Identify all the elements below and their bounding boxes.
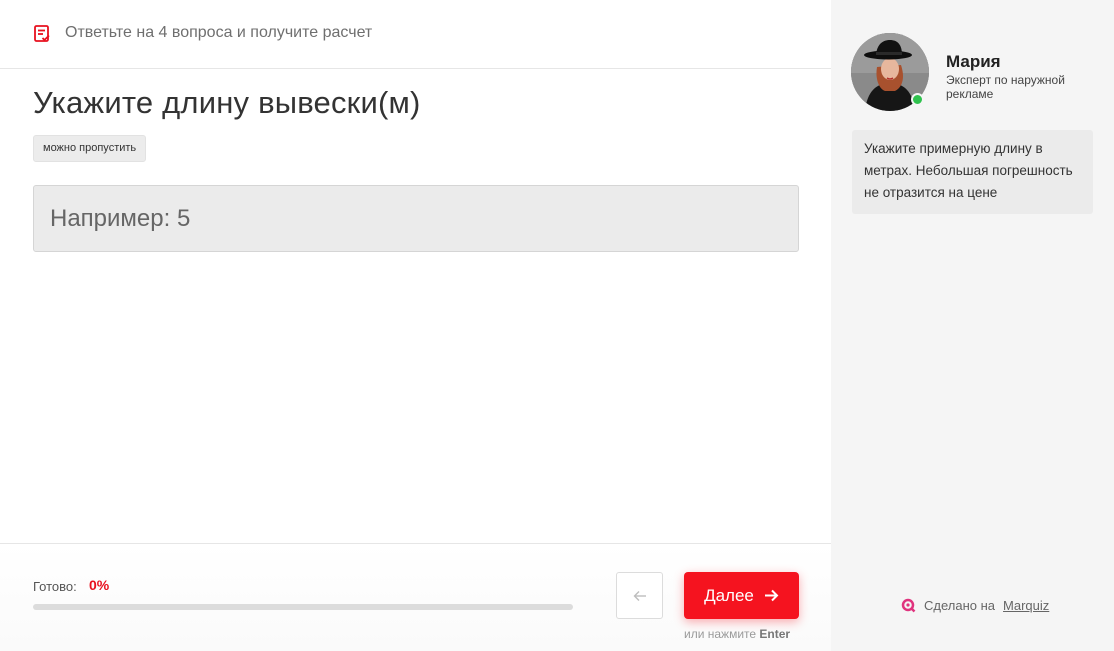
progress-label: Готово: (33, 579, 77, 594)
expert-role: Эксперт по наружной рекламе (946, 73, 1065, 101)
enter-hint-prefix: или нажмите (684, 627, 757, 641)
back-button[interactable] (616, 572, 663, 619)
branding: Сделано на Marquiz (901, 598, 1049, 613)
online-status-dot (911, 93, 924, 106)
expert-message: Укажите примерную длину в метрах. Неболь… (852, 130, 1093, 214)
marquiz-link[interactable]: Marquiz (1003, 598, 1049, 613)
enter-hint: или нажмите Enter (684, 627, 790, 641)
quiz-app: Ответьте на 4 вопроса и получите расчет … (0, 0, 1114, 651)
quiz-header: Ответьте на 4 вопроса и получите расчет (0, 0, 831, 69)
quiz-footer: Готово: 0% Далее или нажмите Enter (0, 543, 831, 651)
branding-prefix: Сделано на (924, 598, 996, 613)
next-button[interactable]: Далее (684, 572, 799, 619)
skip-badge: можно пропустить (33, 135, 147, 162)
expert-sidebar: Мария Эксперт по наружной рекламе Укажит… (831, 0, 1114, 651)
enter-hint-key: Enter (759, 627, 791, 641)
progress-bar (33, 604, 573, 610)
quiz-main-panel: Ответьте на 4 вопроса и получите расчет … (0, 0, 831, 651)
quiz-hint-text: Ответьте на 4 вопроса и получите расчет (65, 24, 373, 41)
arrow-left-icon (633, 590, 646, 601)
question-title: Укажите длину вывески(м) (33, 85, 421, 120)
marquiz-logo-icon (901, 598, 916, 613)
length-input[interactable] (33, 185, 799, 252)
next-button-label: Далее (704, 585, 754, 605)
expert-name: Мария (946, 52, 1001, 71)
arrow-right-icon (764, 589, 779, 602)
progress-value: 0% (89, 577, 110, 593)
list-check-icon (34, 25, 50, 42)
